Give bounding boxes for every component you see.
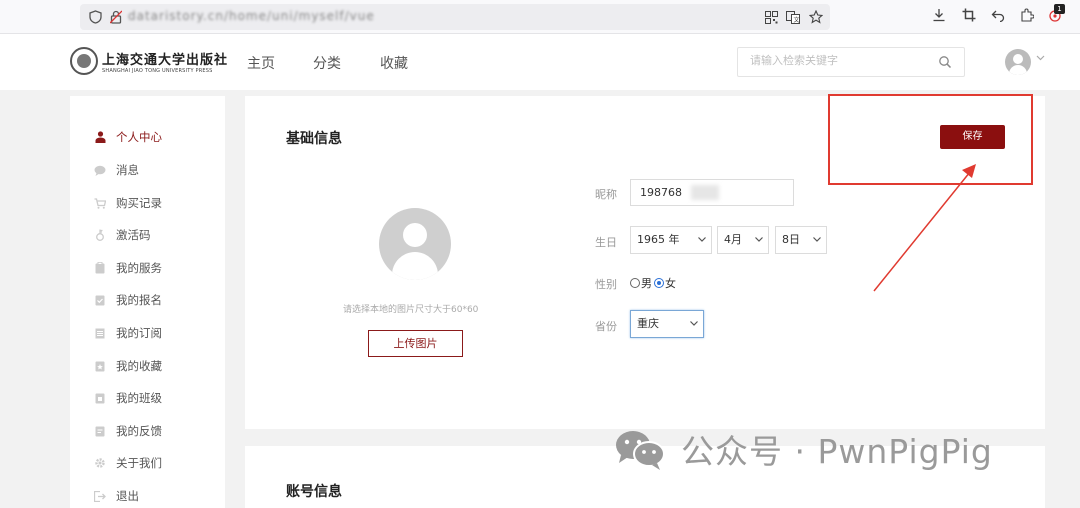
chevron-down-icon: [698, 227, 706, 253]
insecure-lock-icon[interactable]: [108, 9, 124, 25]
sidebar-item-registrations[interactable]: 我的报名: [94, 292, 162, 308]
sidebar-item-logout[interactable]: 退出: [94, 488, 139, 504]
nav-categories[interactable]: 分类: [313, 53, 341, 73]
logout-icon: [94, 490, 106, 502]
sidebar-item-messages[interactable]: 消息: [94, 162, 139, 178]
download-icon[interactable]: [931, 7, 947, 23]
profile-avatar[interactable]: [379, 208, 451, 280]
birth-day-select[interactable]: 8日: [775, 226, 827, 254]
birth-day-value: 8日: [782, 233, 800, 246]
sidebar-item-activation-code[interactable]: 激活码: [94, 227, 151, 243]
sidebar-item-label: 我的收藏: [116, 359, 162, 373]
birth-month-value: 4月: [724, 233, 742, 246]
sidebar: 个人中心 消息 购买记录 激活码 我的服务 我的报名 我的订阅 我的收藏 我的班…: [70, 96, 225, 508]
browser-toolbar: dataristory.cn/home/uni/myself/vue 文 1: [0, 0, 1080, 34]
gender-female-radio[interactable]: [654, 278, 664, 288]
cart-icon: [94, 197, 106, 209]
sidebar-item-label: 我的报名: [116, 293, 162, 307]
nav-favorites[interactable]: 收藏: [380, 53, 408, 73]
url-text: dataristory.cn/home/uni/myself/vue: [128, 9, 375, 23]
wechat-watermark: 公众号 · PwnPigPig: [613, 425, 993, 473]
gender-male-radio[interactable]: [630, 278, 640, 288]
gender-radio-group: 男 女: [630, 275, 676, 291]
sidebar-item-label: 关于我们: [116, 456, 162, 470]
sidebar-item-label: 激活码: [116, 228, 151, 242]
chevron-down-icon: [755, 227, 763, 253]
sidebar-item-label: 我的服务: [116, 261, 162, 275]
sidebar-item-label: 消息: [116, 163, 139, 177]
section-title-basic-info: 基础信息: [286, 131, 342, 147]
translate-icon[interactable]: 文: [785, 9, 801, 25]
user-avatar[interactable]: [1005, 49, 1031, 75]
nickname-value: 198768: [640, 186, 682, 199]
chevron-down-icon: [690, 311, 698, 337]
sidebar-item-label: 购买记录: [116, 196, 162, 210]
clipboard-check-icon: [94, 294, 106, 306]
sidebar-item-subscriptions[interactable]: 我的订阅: [94, 325, 162, 341]
clipboard-star-icon: [94, 360, 106, 372]
search-box: [737, 47, 965, 77]
sidebar-item-services[interactable]: 我的服务: [94, 260, 162, 276]
sidebar-item-label: 我的订阅: [116, 326, 162, 340]
chat-bubble-icon: [94, 164, 106, 176]
province-value: 重庆: [637, 317, 659, 330]
nickname-field[interactable]: 198768: [630, 179, 794, 206]
upload-image-button[interactable]: 上传图片: [368, 330, 463, 357]
feedback-icon: [94, 425, 106, 437]
sidebar-item-label: 退出: [116, 489, 139, 503]
university-seal-icon: [70, 47, 98, 75]
gear-icon: [94, 457, 106, 469]
logo-chinese-name: 上海交通大学出版社: [102, 52, 229, 68]
gender-male-label: 男: [641, 277, 652, 290]
extensions-icon[interactable]: [1019, 7, 1035, 23]
wechat-logo-icon: [613, 427, 667, 471]
chevron-down-icon[interactable]: [1036, 53, 1045, 64]
redaction-blur: [691, 185, 719, 200]
search-input[interactable]: [750, 54, 930, 67]
birth-year-select[interactable]: 1965 年: [630, 226, 712, 254]
sidebar-item-classes[interactable]: 我的班级: [94, 390, 162, 406]
list-icon: [94, 327, 106, 339]
chevron-down-icon: [813, 227, 821, 253]
sidebar-item-about[interactable]: 关于我们: [94, 455, 162, 471]
bookmark-star-icon[interactable]: [808, 9, 824, 25]
svg-text:文: 文: [794, 16, 800, 24]
logo-english-name: SHANGHAI JIAO TONG UNIVERSITY PRESS: [102, 67, 213, 74]
annotation-highlight-box: [828, 94, 1033, 185]
notification-badge: 1: [1054, 4, 1065, 14]
sidebar-item-label: 我的班级: [116, 391, 162, 405]
birth-month-select[interactable]: 4月: [717, 226, 769, 254]
birth-year-value: 1965 年: [637, 233, 680, 246]
upload-hint: 请选择本地的图片尺寸大于60*60: [343, 305, 479, 315]
gender-female-label: 女: [665, 277, 676, 290]
clipboard-icon: [94, 262, 106, 274]
sidebar-item-profile[interactable]: 个人中心: [94, 129, 162, 145]
section-title-account-info: 账号信息: [286, 484, 342, 500]
nav-home[interactable]: 主页: [247, 53, 275, 73]
qr-code-icon[interactable]: [763, 9, 779, 25]
crop-icon[interactable]: [961, 7, 977, 23]
sidebar-item-favorites[interactable]: 我的收藏: [94, 358, 162, 374]
clipboard-class-icon: [94, 392, 106, 404]
birthday-label: 生日: [595, 236, 617, 249]
search-icon[interactable]: [938, 54, 952, 73]
site-header: 上海交通大学出版社 SHANGHAI JIAO TONG UNIVERSITY …: [0, 34, 1080, 90]
address-bar[interactable]: dataristory.cn/home/uni/myself/vue 文: [80, 4, 830, 30]
watermark-text: 公众号 · PwnPigPig: [681, 432, 993, 471]
sidebar-item-feedback[interactable]: 我的反馈: [94, 423, 162, 439]
sidebar-item-label: 我的反馈: [116, 424, 162, 438]
undo-icon[interactable]: [990, 7, 1006, 23]
province-select[interactable]: 重庆: [630, 310, 704, 338]
nickname-label: 昵称: [595, 188, 617, 201]
shield-icon[interactable]: [87, 9, 103, 25]
sidebar-item-purchases[interactable]: 购买记录: [94, 195, 162, 211]
sidebar-item-label: 个人中心: [116, 130, 162, 144]
user-icon: [94, 131, 106, 143]
gender-label: 性别: [595, 278, 617, 291]
key-icon: [94, 229, 106, 241]
province-label: 省份: [595, 320, 617, 333]
publisher-logo[interactable]: 上海交通大学出版社 SHANGHAI JIAO TONG UNIVERSITY …: [70, 47, 228, 75]
